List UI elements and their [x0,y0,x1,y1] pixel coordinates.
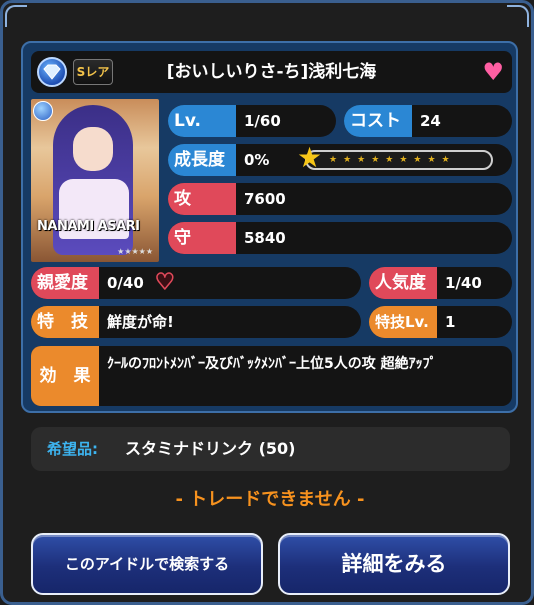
skill-level-stat: 特技Lv. 1 [369,306,512,338]
affection-label: 親愛度 [31,267,99,299]
growth-progress-bar: ★ ★★★★★★★★★ [297,144,493,172]
trade-unavailable-message: - トレードできません - [175,489,365,510]
growth-label: 成長度 [168,144,236,176]
frame-corner-ornament [5,5,27,27]
attack-label: 攻 [168,183,236,215]
defense-value: 5840 [244,229,286,247]
popularity-label: 人気度 [369,267,437,299]
effect-value: ｸｰﾙのﾌﾛﾝﾄﾒﾝﾊﾞｰ及びﾊﾞｯｸﾒﾝﾊﾞｰ上位5人の攻 超絶ｱｯﾌﾟ [107,356,437,372]
portrait-face [73,127,113,171]
level-label: Lv. [168,105,236,137]
skill-level-value: 1 [445,313,456,331]
cost-label: コスト [344,105,412,137]
growth-value: 0% [244,151,270,169]
skill-value: 鮮度が命! [107,313,174,331]
skill-label: 特 技 [31,306,99,338]
search-idol-button[interactable]: このアイドルで検索する [31,533,263,595]
level-stat: Lv. 1/60 [168,105,336,137]
attack-stat: 攻 7600 [168,183,512,215]
popularity-stat: 人気度 1/40 [369,267,512,299]
favorite-heart-icon[interactable]: ♥ [482,60,504,84]
portrait-rarity-stars: ★★★★★ [117,247,153,256]
level-value: 1/60 [244,112,281,130]
card-info-panel: Sレア [おいしいりさ-ち]浅利七海 ♥ NANAMI ASARI ★★★★★ … [21,41,518,413]
cost-value: 24 [420,112,441,130]
attack-value: 7600 [244,190,286,208]
cost-stat: コスト 24 [344,105,512,137]
defense-stat: 守 5840 [168,222,512,254]
effect-label: 効 果 [31,346,99,406]
view-details-button[interactable]: 詳細をみる [278,533,510,595]
skill-stat: 特 技 鮮度が命! [31,306,361,338]
card-name: [おいしいりさ-ち]浅利七海 [166,62,377,82]
card-header: Sレア [おいしいりさ-ち]浅利七海 ♥ [31,51,512,93]
affection-stat: 親愛度 0/40 ♥ [31,267,361,299]
affection-value: 0/40 [107,274,144,292]
frame-corner-ornament [507,5,529,27]
card-detail-frame: Sレア [おいしいりさ-ち]浅利七海 ♥ NANAMI ASARI ★★★★★ … [0,0,534,605]
affection-heart-icon: ♥ [154,269,175,296]
popularity-value: 1/40 [445,274,482,292]
wish-item-value: スタミナドリンク (50) [125,439,296,458]
wish-item-label: 希望品: [47,440,98,458]
portrait-signature: NANAMI ASARI [37,219,140,234]
card-portrait[interactable]: NANAMI ASARI ★★★★★ [31,99,159,262]
skill-level-label: 特技Lv. [369,306,437,338]
growth-star-dots: ★★★★★★★★★ [329,155,456,165]
growth-star-icon: ★ [297,141,323,174]
skill-effect-row: 効 果 ｸｰﾙのﾌﾛﾝﾄﾒﾝﾊﾞｰ及びﾊﾞｯｸﾒﾝﾊﾞｰ上位5人の攻 超絶ｱｯﾌ… [31,346,512,406]
portrait-diamond-icon [33,101,53,121]
wish-item-row: 希望品: スタミナドリンク (50) [31,427,510,471]
defense-label: 守 [168,222,236,254]
